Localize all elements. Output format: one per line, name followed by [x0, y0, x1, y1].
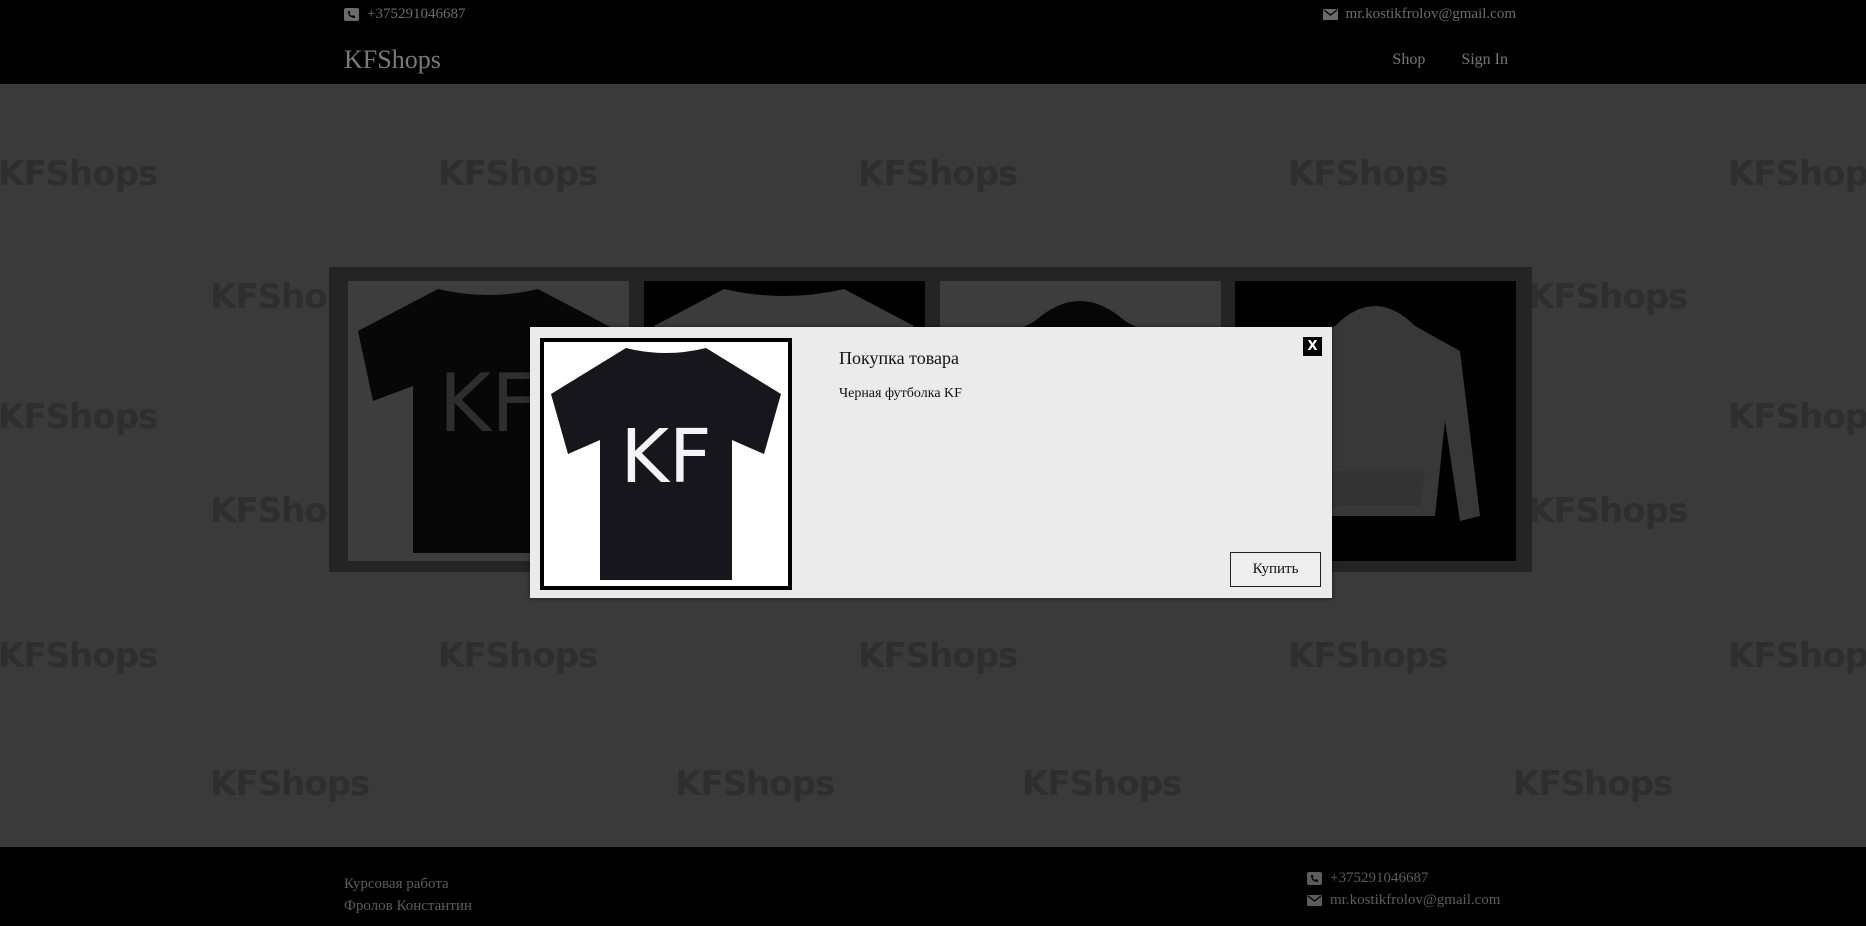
watermark-text: KFShops	[675, 764, 835, 804]
watermark-text: KFShops	[0, 636, 158, 676]
watermark-text: KFShops	[1728, 397, 1866, 437]
nav-links: Shop Sign In	[1392, 51, 1508, 69]
watermark-text: KFShops	[1728, 154, 1866, 194]
watermark-text: KFShops	[1728, 636, 1866, 676]
header-phone[interactable]: +375291046687	[344, 6, 465, 23]
watermark-text: KFShops	[858, 636, 1018, 676]
watermark-text: KFShops	[210, 764, 370, 804]
top-header: +375291046687 mr.kostikfrolov@gmail.com …	[0, 0, 1866, 84]
nav-shop-link[interactable]: Shop	[1392, 51, 1425, 69]
footer-email[interactable]: mr.kostikfrolov@gmail.com	[1307, 889, 1500, 911]
watermark-text: KFShops	[438, 636, 598, 676]
email-icon	[1322, 8, 1338, 20]
watermark-text: KFShops	[1022, 764, 1182, 804]
site-footer: Курсовая работа Фролов Константин +37529…	[0, 847, 1866, 926]
modal-product-image: KF	[540, 338, 792, 590]
footer-email-text: mr.kostikfrolov@gmail.com	[1330, 892, 1501, 908]
modal-title: Покупка товара	[839, 348, 959, 368]
footer-credits: Курсовая работа Фролов Константин	[344, 873, 472, 917]
black-tshirt-image: KF	[544, 342, 788, 586]
header-email[interactable]: mr.kostikfrolov@gmail.com	[1322, 5, 1516, 23]
email-icon	[1307, 894, 1322, 906]
watermark-text: KFShops	[858, 154, 1018, 194]
footer-phone[interactable]: +375291046687	[1307, 867, 1500, 889]
site-logo[interactable]: KFShops	[344, 45, 441, 75]
footer-contacts: +375291046687 mr.kostikfrolov@gmail.com	[1307, 867, 1500, 911]
watermark-text: KFShops	[0, 154, 158, 194]
phone-icon	[1307, 871, 1322, 885]
tshirt-print-text: KF	[439, 357, 537, 450]
phone-icon	[344, 7, 359, 21]
buy-button[interactable]: Купить	[1230, 552, 1321, 587]
footer-phone-text: +375291046687	[1330, 870, 1429, 886]
watermark-text: KFShops	[1528, 491, 1688, 531]
watermark-text: KFShops	[1528, 277, 1688, 317]
watermark-text: KFShops	[1513, 764, 1673, 804]
modal-product-description: Черная футболка KF	[839, 386, 962, 401]
nav-row: KFShops Shop Sign In	[344, 44, 1516, 76]
nav-signin-link[interactable]: Sign In	[1461, 51, 1508, 69]
close-icon[interactable]: X	[1303, 337, 1322, 356]
watermark-text: KFShops	[1288, 154, 1448, 194]
header-phone-text: +375291046687	[367, 5, 466, 22]
footer-author-name: Фролов Константин	[344, 898, 472, 914]
header-email-text: mr.kostikfrolov@gmail.com	[1345, 5, 1516, 22]
watermark-text: KFShops	[1288, 636, 1448, 676]
contact-row: +375291046687 mr.kostikfrolov@gmail.com	[344, 2, 1516, 26]
purchase-modal: KF Покупка товара Черная футболка KF X К…	[530, 327, 1332, 598]
watermark-text: KFShops	[0, 397, 158, 437]
tshirt-print-text: KF	[620, 414, 711, 500]
footer-coursework-label: Курсовая работа	[344, 876, 449, 892]
watermark-text: KFShops	[438, 154, 598, 194]
